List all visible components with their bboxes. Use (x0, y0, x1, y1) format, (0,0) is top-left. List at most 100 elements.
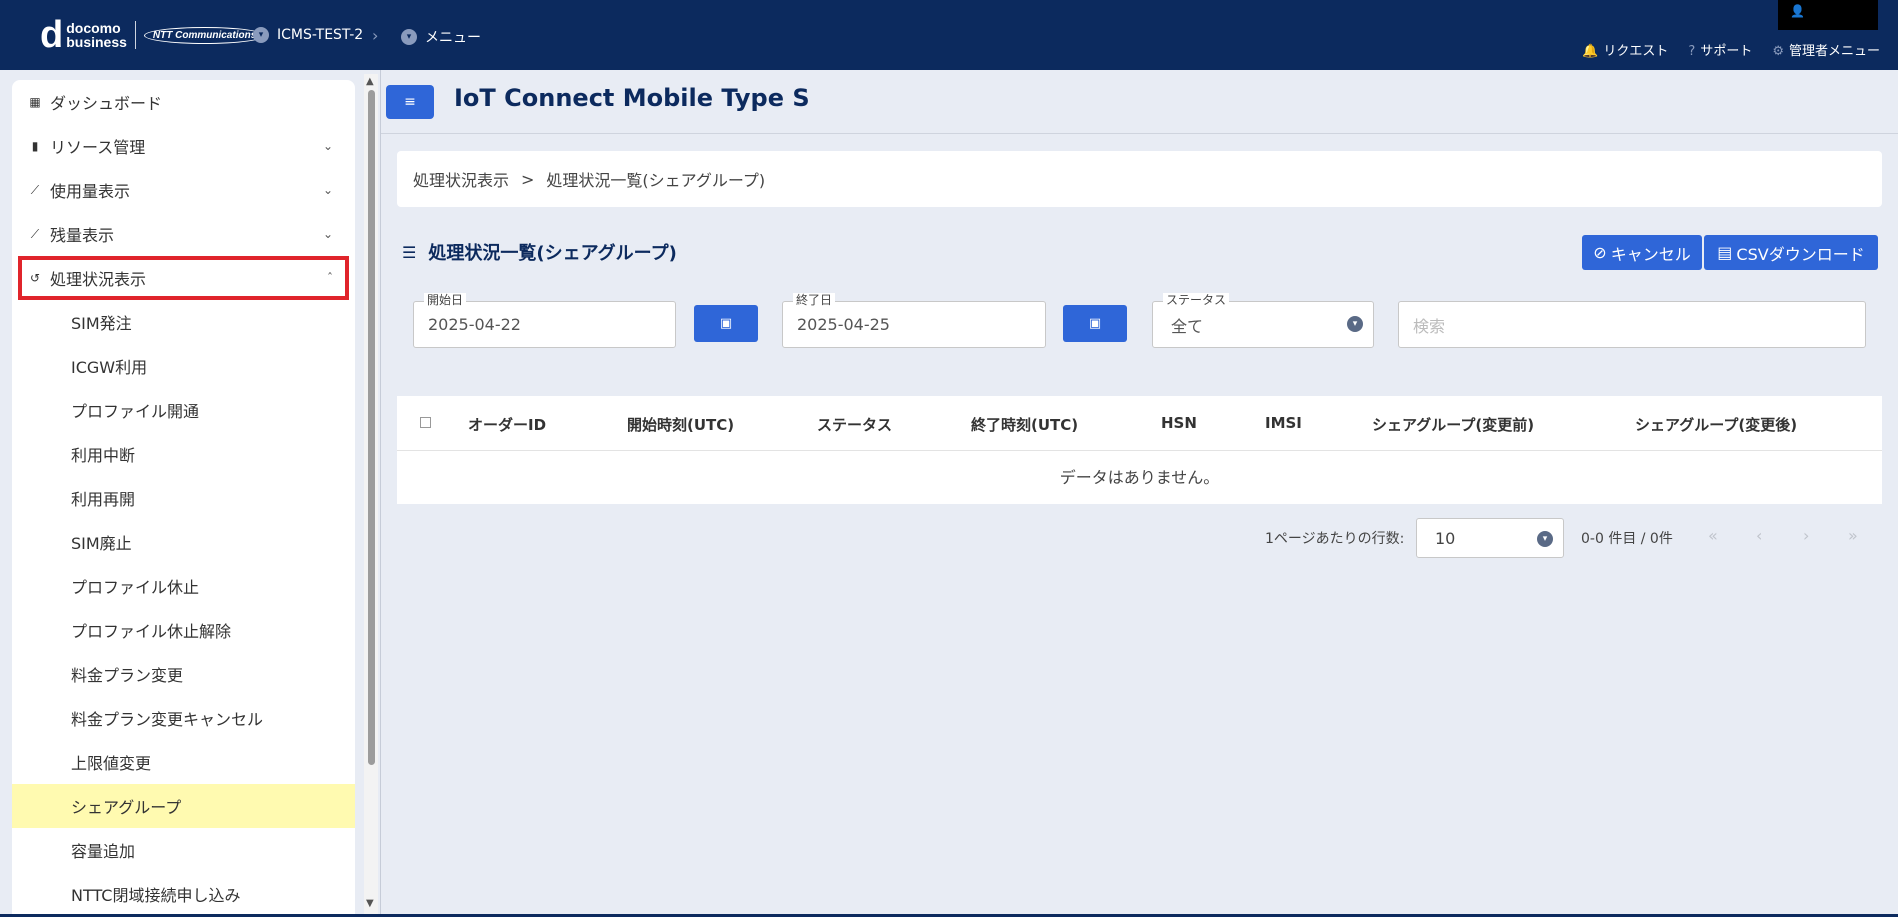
menu-breadcrumb-label: メニュー (425, 30, 481, 46)
admin-menu-link[interactable]: ⚙ 管理者メニュー (1772, 40, 1880, 59)
column-header[interactable]: IMSI (1265, 414, 1302, 432)
sidebar-sub-item[interactable]: 上限値変更 (12, 740, 355, 784)
top-header: d docomo business NTT Communications ▾ I… (0, 0, 1898, 70)
sidebar-divider (380, 70, 381, 917)
tenant-breadcrumb[interactable]: ▾ ICMS-TEST-2 (253, 27, 363, 43)
column-header[interactable]: HSN (1161, 414, 1197, 432)
sidebar-sub-item[interactable]: 料金プラン変更 (12, 652, 355, 696)
sidebar-sub-item[interactable]: プロファイル開通 (12, 388, 355, 432)
breadcrumb-current: 処理状況一覧(シェアグループ) (546, 171, 766, 190)
sidebar: ▦ ダッシュボード ▮ リソース管理 ⌄ ⟋ 使用量表示 ⌄ ⟋ 残量表示 ⌄ … (12, 80, 355, 917)
sidebar-sub-item[interactable]: 利用再開 (12, 476, 355, 520)
search-placeholder: 検索 (1413, 316, 1446, 336)
ban-icon: ⊘ (1593, 243, 1607, 262)
header-links: 🔔 リクエスト ? サポート ⚙ 管理者メニュー (1582, 40, 1880, 59)
sidebar-sub-item[interactable]: プロファイル休止解除 (12, 608, 355, 652)
sidebar-sub-item[interactable]: 料金プラン変更キャンセル (12, 696, 355, 740)
sidebar-item-usage[interactable]: ⟋ 使用量表示 ⌄ (12, 168, 355, 212)
logo-d: d (40, 14, 64, 56)
dashboard-icon: ▦ (29, 95, 41, 109)
end-date-field[interactable]: 終了日 2025-04-25 (782, 293, 1046, 348)
chevron-down-icon: ▾ (1537, 531, 1553, 547)
docomo-business-logo[interactable]: d docomo business NTT Communications (40, 14, 266, 56)
start-date-label: 開始日 (424, 293, 467, 307)
toggle-menu-button[interactable]: ≡ (386, 85, 434, 119)
last-page-button[interactable]: » (1848, 526, 1858, 545)
sidebar-item-remaining[interactable]: ⟋ 残量表示 ⌄ (12, 212, 355, 256)
sidebar-sub-item[interactable]: SIM発注 (12, 300, 355, 344)
prev-page-button[interactable]: ‹ (1756, 526, 1762, 545)
sidebar-sub-item-share-group[interactable]: シェアグループ (12, 784, 355, 828)
status-label: ステータス (1163, 293, 1230, 307)
search-input[interactable]: 検索 (1398, 301, 1866, 348)
chart-icon: ⟋ (30, 226, 40, 241)
start-date-value: 2025-04-22 (428, 315, 521, 334)
end-date-calendar-button[interactable]: ▣ (1063, 305, 1127, 342)
chevron-right-icon: › (372, 26, 379, 45)
support-link[interactable]: ? サポート (1688, 40, 1752, 59)
section-title: ☰ 処理状況一覧(シェアグループ) (402, 242, 677, 265)
tenant-name: ICMS-TEST-2 (277, 27, 364, 43)
empty-message: データはありません。 (1059, 468, 1220, 487)
chevron-down-icon: ⌄ (322, 227, 333, 241)
rows-per-page-select[interactable]: 10 ▾ (1416, 518, 1564, 558)
column-header[interactable]: オーダーID (468, 414, 546, 435)
sim-icon: ▮ (31, 139, 39, 153)
sidebar-item-dashboard[interactable]: ▦ ダッシュボード (12, 80, 355, 124)
select-all-checkbox[interactable] (420, 417, 431, 428)
sidebar-sub-item[interactable]: ICGW利用 (12, 344, 355, 388)
start-date-field[interactable]: 開始日 2025-04-22 (413, 293, 676, 348)
page-count: 0-0 件目 / 0件 (1581, 531, 1673, 547)
first-page-button[interactable]: « (1708, 526, 1718, 545)
chart-icon: ⟋ (30, 182, 40, 197)
hamburger-icon: ≡ (404, 94, 416, 110)
column-header[interactable]: シェアグループ(変更後) (1635, 414, 1797, 435)
rows-per-page-label: 1ページあたりの行数: (1265, 531, 1405, 547)
chevron-down-icon: ⌄ (322, 139, 333, 153)
sidebar-sub-item[interactable]: プロファイル休止 (12, 564, 355, 608)
sidebar-sub-item[interactable]: 容量追加 (12, 828, 355, 872)
logo-text: docomo business (66, 20, 127, 50)
file-icon: ▤ (1717, 243, 1733, 262)
breadcrumb-parent[interactable]: 処理状況表示 (413, 167, 509, 191)
title-divider (381, 133, 1898, 134)
sidebar-item-process-status[interactable]: ↺ 処理状況表示 ˆ (18, 256, 349, 300)
status-value: 全て (1171, 316, 1204, 336)
sidebar-sub-item[interactable]: 利用中断 (12, 432, 355, 476)
history-icon: ↺ (29, 271, 41, 285)
logo-divider (134, 21, 136, 49)
breadcrumb: 処理状況表示 > 処理状況一覧(シェアグループ) (397, 151, 1882, 207)
scroll-up-icon[interactable]: ▲ (366, 76, 374, 87)
pagination: 1ページあたりの行数: 10 ▾ 0-0 件目 / 0件 « ‹ › » (0, 518, 1898, 558)
bell-icon: 🔔 (1582, 44, 1599, 59)
calendar-icon: ▣ (1088, 316, 1102, 331)
chevron-up-icon: ˆ (327, 271, 333, 285)
breadcrumb-separator: > (521, 169, 535, 189)
help-icon: ? (1688, 44, 1696, 59)
column-header[interactable]: ステータス (817, 414, 892, 435)
csv-download-button[interactable]: ▤ CSVダウンロード (1704, 235, 1878, 270)
status-select[interactable]: ステータス 全て ▾ (1152, 293, 1374, 348)
table-header: オーダーID 開始時刻(UTC) ステータス 終了時刻(UTC) HSN IMS… (397, 396, 1882, 451)
user-icon[interactable]: 👤 (1790, 4, 1805, 18)
chevron-down-icon: ▾ (253, 27, 269, 43)
next-page-button[interactable]: › (1803, 526, 1809, 545)
scroll-down-icon[interactable]: ▼ (366, 898, 374, 909)
request-link[interactable]: 🔔 リクエスト (1582, 40, 1668, 59)
column-header[interactable]: 終了時刻(UTC) (971, 414, 1078, 435)
sidebar-scrollbar-thumb[interactable] (368, 90, 375, 765)
sidebar-sub-item[interactable]: NTTC閉域接続申し込み (12, 872, 355, 916)
column-header[interactable]: シェアグループ(変更前) (1372, 414, 1534, 435)
start-date-calendar-button[interactable]: ▣ (694, 305, 758, 342)
end-date-label: 終了日 (793, 293, 836, 307)
results-table: オーダーID 開始時刻(UTC) ステータス 終了時刻(UTC) HSN IMS… (397, 396, 1882, 504)
list-icon: ☰ (402, 242, 417, 262)
ntt-logo: NTT Communications (143, 26, 266, 44)
chevron-down-icon: ▾ (1347, 316, 1363, 332)
sidebar-item-resource[interactable]: ▮ リソース管理 ⌄ (12, 124, 355, 168)
menu-breadcrumb[interactable]: ▾ メニュー (401, 27, 481, 47)
chevron-down-icon: ⌄ (322, 183, 333, 197)
end-date-value: 2025-04-25 (797, 315, 890, 334)
cancel-button[interactable]: ⊘ キャンセル (1582, 235, 1702, 270)
column-header[interactable]: 開始時刻(UTC) (627, 414, 734, 435)
